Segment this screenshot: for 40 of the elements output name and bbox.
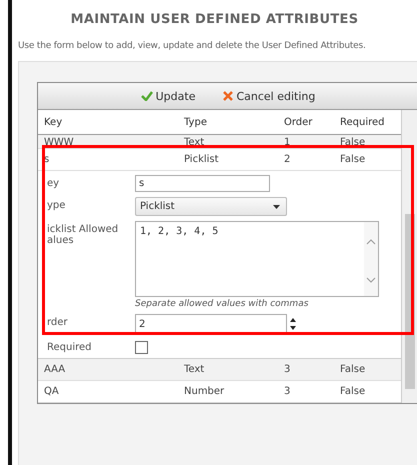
- table-cell-text: AAA: [44, 364, 66, 375]
- column-header[interactable]: Order: [284, 116, 340, 128]
- table-cell-text: 3: [284, 364, 292, 375]
- table-cell-text: 1: [284, 137, 292, 148]
- type-dropdown[interactable]: Picklist: [135, 197, 287, 216]
- table-cell-text: False: [340, 154, 366, 165]
- hint-text: Separate allowed values with commas: [135, 299, 310, 309]
- column-header[interactable]: Key: [44, 116, 184, 128]
- cancel-button[interactable]: Cancel editing: [220, 88, 318, 104]
- table-cell-text: Text: [184, 364, 206, 375]
- table-cell-text: QA: [44, 386, 60, 397]
- required-checkbox[interactable]: [135, 341, 148, 354]
- table-cell-text: WWW: [44, 137, 75, 148]
- field-label: ype: [47, 199, 66, 211]
- checkmark-icon: [140, 91, 153, 101]
- table-cell-text: Text: [184, 137, 206, 148]
- table-cell-text: Picklist: [184, 154, 220, 165]
- field-label: rder: [47, 316, 68, 328]
- table-cell-text: 2: [284, 154, 292, 165]
- field-label: ey: [47, 177, 60, 189]
- column-header[interactable]: Required: [340, 116, 401, 128]
- table-cell-text: 3: [284, 386, 292, 397]
- update-button[interactable]: Update: [138, 88, 198, 104]
- table-cell-text: False: [340, 386, 366, 397]
- order-input-field[interactable]: 2: [135, 314, 287, 334]
- allowed-values-field[interactable]: 1, 2, 3, 4, 5: [135, 221, 379, 297]
- field-label: Required: [47, 341, 92, 353]
- table-cell-text: False: [340, 364, 366, 375]
- page-title: MAINTAIN USER DEFINED ATTRIBUTES: [70, 12, 360, 27]
- cross-icon: [223, 91, 234, 101]
- table-row[interactable]: AAA Text 3 False: [38, 359, 401, 381]
- table-cell-text: Number: [184, 386, 226, 397]
- scrollbar[interactable]: [364, 222, 378, 296]
- table-cell-text: False: [340, 137, 366, 148]
- caret-icon: [273, 204, 280, 208]
- spinner-arrows-icon[interactable]: [290, 317, 296, 331]
- field-label: icklist Allowed alues: [47, 223, 120, 246]
- page-description: Use the form below to add, view, update and delete the User Defined Attributes.: [18, 41, 367, 51]
- column-header[interactable]: Type: [184, 116, 284, 128]
- key-input-field[interactable]: s: [135, 175, 270, 192]
